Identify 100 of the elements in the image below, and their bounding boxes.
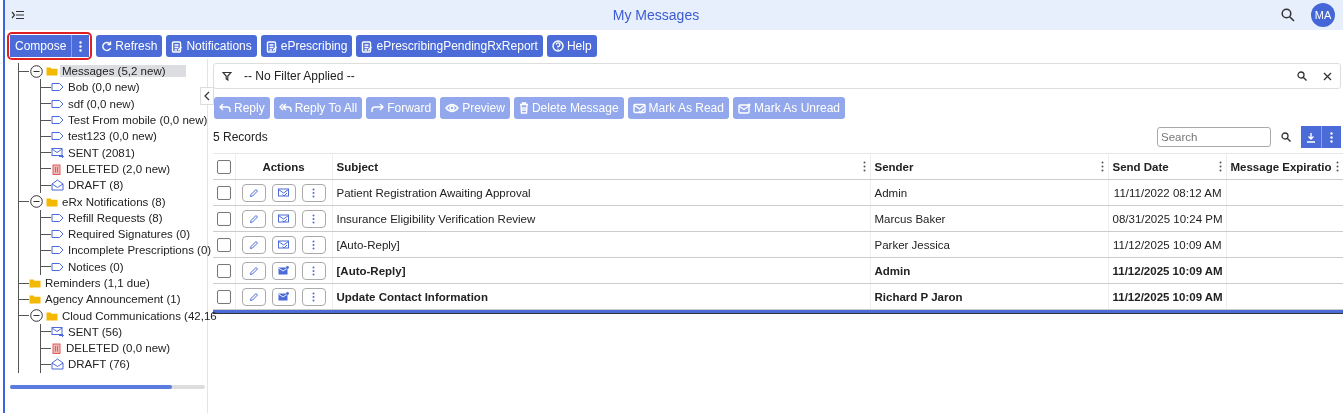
folder-icon [46,66,58,77]
table-cell: 11/12/2025 10:09 AM [1108,283,1226,310]
row-checkbox[interactable] [217,289,231,304]
tree-item[interactable]: Notices (0) [66,260,126,273]
edit-button[interactable] [241,287,266,306]
more-options-button[interactable] [71,35,90,57]
row-checkbox[interactable] [217,211,231,226]
search-icon[interactable] [1297,71,1307,81]
row-menu-button[interactable] [301,235,326,254]
edit-button[interactable] [241,209,266,228]
column-menu-icon[interactable] [1218,161,1222,172]
table-cell: 11/11/2022 08:12 AM [1108,179,1226,206]
read-status-button[interactable] [271,235,296,254]
scrollbar-thumb[interactable] [10,384,172,389]
tree-item[interactable]: sdf (0,0 new) [66,97,137,110]
row-menu-button[interactable] [301,287,326,306]
kebab-icon [1330,131,1333,143]
filled-envelope-icon [278,266,289,275]
select-all-checkbox[interactable] [217,159,231,174]
pencil-icon [248,213,259,224]
filter-text: -- No Filter Applied -- [244,69,356,83]
trash-icon [518,102,529,114]
scrollbar-thumb[interactable] [213,310,1343,314]
menu-icon[interactable] [11,10,25,20]
table-cell: 11/12/2025 10:09 AM [1108,231,1226,258]
tree-item[interactable]: SENT (56) [66,325,125,338]
tree-item[interactable]: Messages (5,2 new) [60,65,186,78]
row-checkbox[interactable] [217,263,231,278]
tree-item[interactable]: SENT (2081) [66,146,137,159]
read-status-button[interactable] [271,261,296,280]
collapse-toggle-icon[interactable] [30,195,43,208]
collapse-toggle-icon[interactable] [30,64,43,78]
clipboard-icon [361,39,374,53]
table-cell: Patient Registration Awaiting Approval [332,179,870,206]
forward-icon [371,103,385,113]
read-status-button[interactable] [271,183,296,202]
table-cell: Update Contact Information [332,283,870,310]
search-icon[interactable] [1281,132,1291,142]
table-cell: 11/12/2025 10:09 AM [1108,257,1226,284]
read-status-button[interactable] [271,287,296,306]
trash-icon [51,342,62,355]
tree-item[interactable]: Test From mobile (0,0 new) [66,114,210,127]
tree-item[interactable]: Incomplete Prescriptions (0) [66,244,214,257]
scrollbar-track[interactable] [10,384,205,389]
tag-icon [51,212,64,223]
toolbar-button[interactable]: ePrescribingPendingRxReport [356,35,543,57]
filter-bar[interactable]: -- No Filter Applied -- [213,63,1341,89]
kebab-icon [312,187,315,198]
toolbar-button[interactable]: Help [546,35,597,57]
tree-item[interactable]: eRx Notifications (8) [60,195,168,208]
refresh-icon [101,40,113,52]
toolbar-button[interactable]: Notifications [166,35,257,57]
record-count: 5 Records [213,130,269,144]
row-menu-button[interactable] [301,209,326,228]
pencil-icon [248,265,259,276]
tree-item[interactable]: DRAFT (8) [66,179,126,192]
edit-button[interactable] [241,235,266,254]
folder-icon [29,278,41,288]
tree-item[interactable]: Required Signatures (0) [66,228,193,241]
table-cell: [Auto-Reply] [332,257,870,284]
tree-item[interactable]: Reminders (1,1 due) [43,277,152,289]
page-title: My Messages [611,7,701,23]
row-menu-button[interactable] [301,261,326,280]
close-icon[interactable] [1323,71,1332,81]
folder-icon [29,294,41,305]
user-avatar[interactable]: MA [1311,3,1335,27]
open-envelope-icon [51,358,64,371]
tree-item[interactable]: DELETED (0,0 new) [64,342,173,355]
tree-item[interactable]: Agency Announcement (1) [43,293,183,306]
reply-icon [219,103,231,113]
help-icon [551,40,564,52]
toolbar-button[interactable]: Refresh [96,35,163,57]
more-options-button[interactable] [1321,126,1341,148]
row-checkbox[interactable] [217,237,231,252]
pencil-icon [248,291,259,302]
collapse-toggle-icon[interactable] [30,309,43,323]
row-menu-button[interactable] [301,183,326,202]
edit-button[interactable] [241,261,266,280]
column-menu-icon[interactable] [862,161,866,172]
search-icon[interactable] [1281,8,1295,22]
collapse-sidebar-button[interactable] [200,87,214,105]
read-status-button[interactable] [271,209,296,228]
tree-item[interactable]: test123 (0,0 new) [66,130,159,143]
search-field[interactable]: Search [1157,127,1271,147]
tree-item[interactable]: Cloud Communications (42,16 [60,309,219,322]
tree-item[interactable]: DELETED (2,0 new) [64,162,173,175]
tree-item[interactable]: DRAFT (76) [66,358,132,371]
table-cell: Richard P Jaron [870,283,1108,310]
row-checkbox[interactable] [217,185,231,200]
toolbar-button[interactable]: ePrescribing [260,35,353,57]
column-menu-icon[interactable] [1336,161,1339,172]
envelope-check-icon [278,240,289,249]
tree-item[interactable]: Refill Requests (8) [66,211,165,224]
edit-button[interactable] [241,183,266,202]
tag-icon [51,229,64,240]
column-menu-icon[interactable] [1100,161,1104,172]
eye-icon [445,103,460,113]
tree-item[interactable]: Bob (0,0 new) [66,81,142,94]
tag-icon [51,245,64,256]
trash-icon [51,162,62,175]
